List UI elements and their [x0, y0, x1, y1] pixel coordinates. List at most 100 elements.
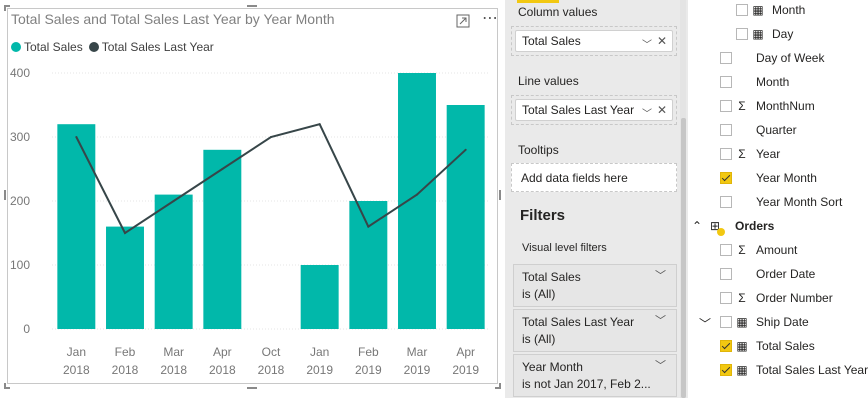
line-point: [270, 136, 272, 138]
line-point: [221, 168, 224, 170]
field-checkbox[interactable]: [720, 76, 732, 88]
field-item-month[interactable]: Month: [688, 71, 868, 95]
field-item-total-sales[interactable]: ▦ Total Sales: [688, 335, 868, 359]
field-checkbox[interactable]: [720, 268, 732, 280]
column-value-pill[interactable]: Total Sales ﹀ ✕: [515, 30, 673, 52]
x-tick-year-label: 2018: [63, 363, 90, 377]
filter-field: Year Month: [522, 360, 583, 374]
field-item-year-month[interactable]: Year Month: [688, 167, 868, 191]
field-checkbox[interactable]: [720, 244, 732, 256]
field-label: Year Month Sort: [756, 195, 843, 209]
chevron-down-icon[interactable]: ﹀: [642, 36, 652, 51]
line-point: [367, 225, 370, 228]
field-item-order-number[interactable]: Σ Order Number: [688, 287, 868, 311]
line-point: [124, 232, 126, 234]
calendar-icon: ▦: [752, 3, 764, 17]
chevron-down-icon[interactable]: ﹀: [698, 315, 712, 332]
field-item-day-of-week[interactable]: Day of Week: [688, 47, 868, 71]
field-item-monthnum[interactable]: Σ MonthNum: [688, 95, 868, 119]
field-checkbox[interactable]: [720, 292, 732, 304]
line-point: [464, 148, 467, 151]
chevron-down-icon[interactable]: ﹀: [655, 358, 666, 375]
pane-scrollbar-thumb[interactable]: [681, 118, 686, 398]
y-tick-label: 100: [10, 258, 30, 272]
line-value-text: Total Sales Last Year: [522, 103, 635, 117]
line-value-pill[interactable]: Total Sales Last Year ﹀ ✕: [515, 99, 673, 121]
x-tick-label: Mar: [407, 345, 428, 359]
y-tick-label: 0: [23, 322, 30, 336]
field-item-year[interactable]: Σ Year: [688, 143, 868, 167]
remove-icon[interactable]: ✕: [657, 103, 667, 117]
calendar-icon: ▦: [736, 315, 748, 329]
field-item-day[interactable]: ▦ Day: [688, 23, 868, 47]
field-label: Total Sales: [756, 339, 815, 353]
field-item-order-date[interactable]: Order Date: [688, 263, 868, 287]
chevron-down-icon[interactable]: ﹀: [655, 268, 666, 285]
line-point: [75, 136, 78, 138]
bar-total-sales[interactable]: [349, 201, 388, 329]
tooltips-drop-zone[interactable]: Add data fields here: [511, 163, 677, 192]
field-checkbox[interactable]: [720, 172, 732, 184]
filter-card-total-sales-last-year[interactable]: Total Sales Last Year is (All) ﹀: [513, 309, 677, 352]
bar-total-sales[interactable]: [300, 265, 339, 329]
field-item-total-sales-last-year[interactable]: ▦ Total Sales Last Year: [688, 359, 868, 383]
field-item-quarter[interactable]: Quarter: [688, 119, 868, 143]
bar-total-sales[interactable]: [57, 124, 96, 329]
chevron-up-icon[interactable]: ⌃: [690, 219, 704, 233]
filter-state: is (All): [522, 332, 556, 346]
line-point: [318, 123, 321, 126]
field-label: Amount: [756, 243, 798, 257]
line-values-well[interactable]: Total Sales Last Year ﹀ ✕: [511, 95, 677, 125]
field-checkbox[interactable]: [720, 148, 732, 160]
y-tick-label: 400: [10, 66, 30, 80]
chevron-down-icon[interactable]: ﹀: [642, 105, 652, 120]
x-tick-year-label: 2019: [355, 363, 382, 377]
field-item-amount[interactable]: Σ Amount: [688, 239, 868, 263]
field-checkbox[interactable]: [736, 4, 748, 16]
field-checkbox[interactable]: [720, 196, 732, 208]
field-label: Quarter: [756, 123, 797, 137]
column-values-label: Column values: [518, 5, 598, 19]
chart-plot-area: 0 100 200 300 400 Jan 2018 Feb 2018 Mar 2018 Apr 201…: [10, 66, 490, 377]
bar-total-sales[interactable]: [154, 194, 193, 329]
line-values-label: Line values: [518, 74, 579, 88]
bar-total-sales[interactable]: [106, 226, 144, 329]
visual-level-filters-label: Visual level filters: [522, 242, 607, 254]
filter-state: is (All): [522, 287, 556, 301]
x-tick-year-label: 2018: [258, 363, 285, 377]
x-tick-label: Jan: [310, 345, 329, 359]
field-checkbox[interactable]: [720, 100, 732, 112]
field-item-month[interactable]: ▦ Month: [688, 0, 868, 23]
field-checkbox[interactable]: [720, 364, 732, 376]
x-tick-label: Apr: [213, 345, 232, 359]
field-item-ship-date[interactable]: ﹀ ▦ Ship Date: [688, 311, 868, 335]
field-item-year-month-sort[interactable]: Year Month Sort: [688, 191, 868, 215]
field-checkbox[interactable]: [720, 52, 732, 64]
fields-list: ▦ Month ▦ Day Day of Week Month Σ MonthNum Quart…: [688, 0, 868, 398]
field-label: Order Date: [756, 267, 816, 281]
field-label: Month: [772, 3, 806, 17]
field-checkbox[interactable]: [720, 316, 732, 328]
field-group-orders[interactable]: ⌃ ⊞ Orders: [688, 215, 868, 239]
field-checkbox[interactable]: [720, 340, 732, 352]
field-label: Ship Date: [756, 315, 809, 329]
field-label: Year: [756, 147, 781, 161]
column-values-well[interactable]: Total Sales ﹀ ✕: [511, 26, 677, 56]
field-checkbox[interactable]: [720, 124, 732, 136]
x-tick-year-label: 2019: [404, 363, 431, 377]
field-checkbox[interactable]: [736, 28, 748, 40]
filter-card-year-month[interactable]: Year Month is not Jan 2017, Feb 2... ﹀: [513, 354, 677, 397]
combo-chart-visual[interactable]: Total Sales and Total Sales Last Year by…: [0, 0, 505, 398]
filter-card-total-sales[interactable]: Total Sales is (All) ﹀: [513, 264, 677, 307]
x-tick-year-label: 2018: [112, 363, 139, 377]
remove-icon[interactable]: ✕: [657, 34, 667, 48]
bar-total-sales[interactable]: [398, 73, 436, 329]
selected-badge-icon: [717, 228, 725, 236]
bar-total-sales[interactable]: [446, 105, 485, 329]
tooltips-label: Tooltips: [518, 143, 559, 157]
calculator-icon: ▦: [736, 363, 748, 377]
filter-field: Total Sales Last Year: [522, 315, 635, 329]
sigma-icon: Σ: [738, 147, 746, 161]
sigma-icon: Σ: [738, 291, 746, 305]
chevron-down-icon[interactable]: ﹀: [655, 313, 666, 330]
